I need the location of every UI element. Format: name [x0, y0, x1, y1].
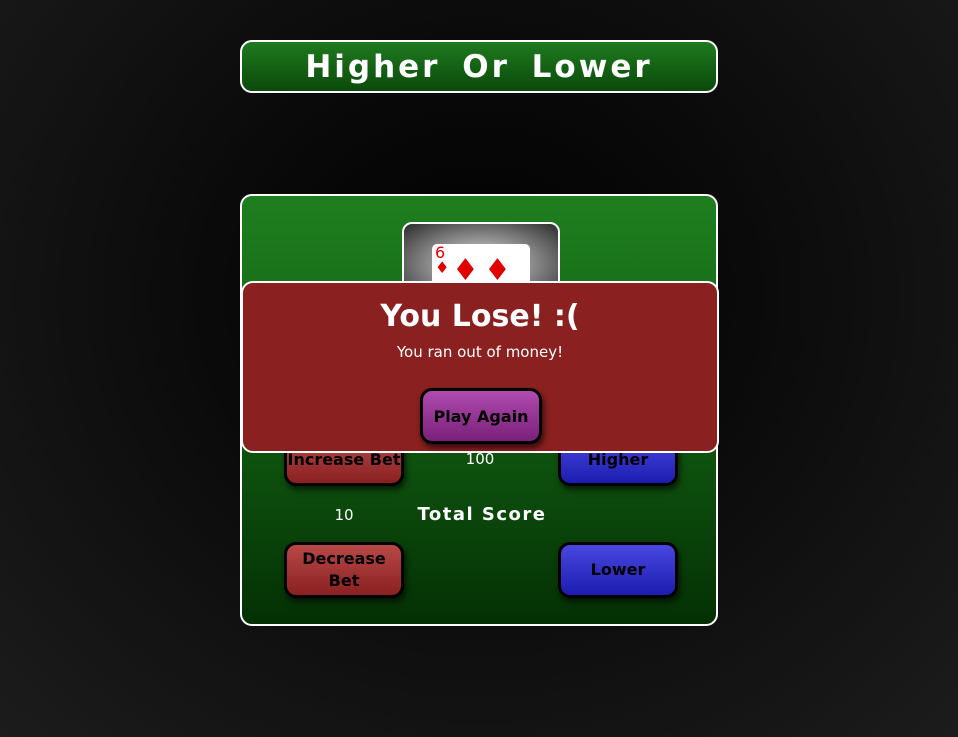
lower-button[interactable]: Lower [558, 542, 678, 598]
total-score-value: 10 [334, 506, 354, 524]
title-banner: Higher Or Lower [240, 40, 718, 93]
page-title: Higher Or Lower [305, 48, 653, 85]
modal-message: You ran out of money! [396, 343, 564, 361]
total-score-label: Total Score [417, 504, 547, 525]
game-over-modal: You Lose! :( You ran out of money! Play … [241, 281, 719, 453]
decrease-bet-button[interactable]: Decrease Bet [284, 542, 404, 598]
modal-title: You Lose! :( [380, 299, 580, 334]
diamond-icon: ♦ [435, 258, 450, 277]
play-again-button[interactable]: Play Again [420, 388, 542, 444]
